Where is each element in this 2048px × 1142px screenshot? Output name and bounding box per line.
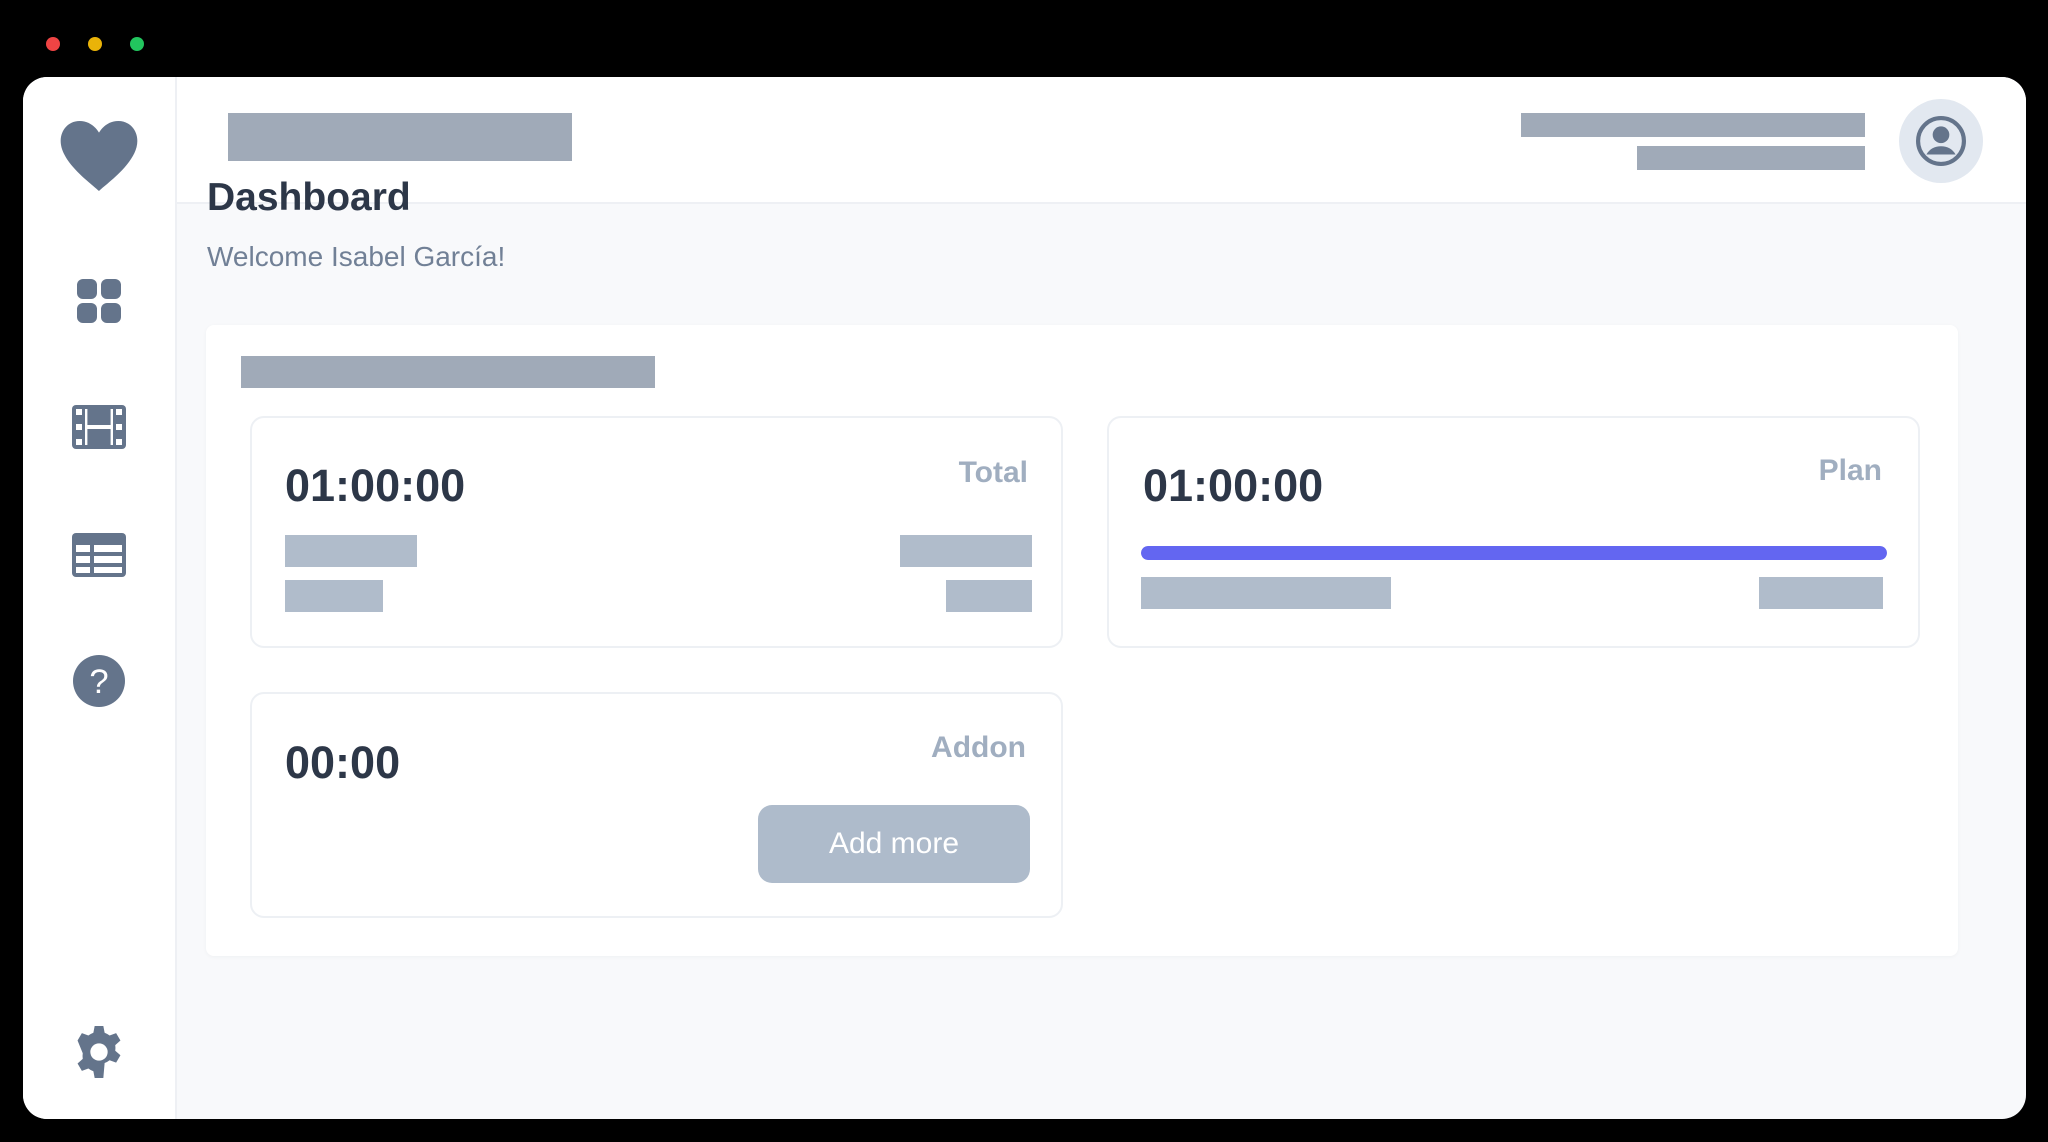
- total-label: Total: [958, 456, 1028, 489]
- addon-label: Addon: [931, 731, 1026, 764]
- addon-time: 00:00: [285, 737, 401, 788]
- svg-text:?: ?: [89, 663, 108, 701]
- close-window-button[interactable]: [46, 37, 60, 51]
- app-title-placeholder: [228, 113, 572, 161]
- total-time: 01:00:00: [285, 460, 466, 511]
- usage-panel: 01:00:00 Total 01:00:00 Plan 00:00 Addon…: [206, 325, 1958, 956]
- addon-card: 00:00 Addon Add more: [250, 692, 1063, 918]
- window-frame: ? Dashboard Welcome Isabel García! 01:00…: [0, 0, 2048, 1142]
- plan-label: Plan: [1818, 454, 1882, 487]
- user-name-placeholder: [1521, 113, 1865, 137]
- help-icon[interactable]: ?: [73, 655, 125, 707]
- film-icon[interactable]: [72, 405, 126, 449]
- add-more-button[interactable]: Add more: [758, 805, 1030, 883]
- user-email-placeholder: [1637, 146, 1865, 170]
- total-card: 01:00:00 Total: [250, 416, 1063, 648]
- plan-progress-bar: [1141, 546, 1887, 560]
- plan-card: 01:00:00 Plan: [1107, 416, 1920, 648]
- page-title: Dashboard: [207, 176, 411, 219]
- table-icon[interactable]: [72, 533, 126, 577]
- panel-title-placeholder: [241, 356, 655, 388]
- top-bar: [177, 77, 2026, 204]
- plan-time: 01:00:00: [1143, 460, 1324, 511]
- minimize-window-button[interactable]: [88, 37, 102, 51]
- maximize-window-button[interactable]: [130, 37, 144, 51]
- plan-placeholder-1: [1141, 577, 1391, 609]
- gear-icon[interactable]: [73, 1026, 125, 1078]
- total-placeholder-2: [285, 580, 383, 612]
- grid-icon[interactable]: [75, 277, 123, 325]
- total-placeholder-3: [900, 535, 1032, 567]
- avatar[interactable]: [1899, 99, 1983, 183]
- user-circle-icon: [1916, 116, 1966, 166]
- welcome-message: Welcome Isabel García!: [207, 241, 506, 272]
- total-placeholder-4: [946, 580, 1032, 612]
- total-placeholder-1: [285, 535, 417, 567]
- heart-logo-icon[interactable]: [59, 119, 139, 193]
- sidebar: ?: [23, 77, 177, 1119]
- plan-progress-fill: [1141, 546, 1887, 560]
- plan-placeholder-2: [1759, 577, 1883, 609]
